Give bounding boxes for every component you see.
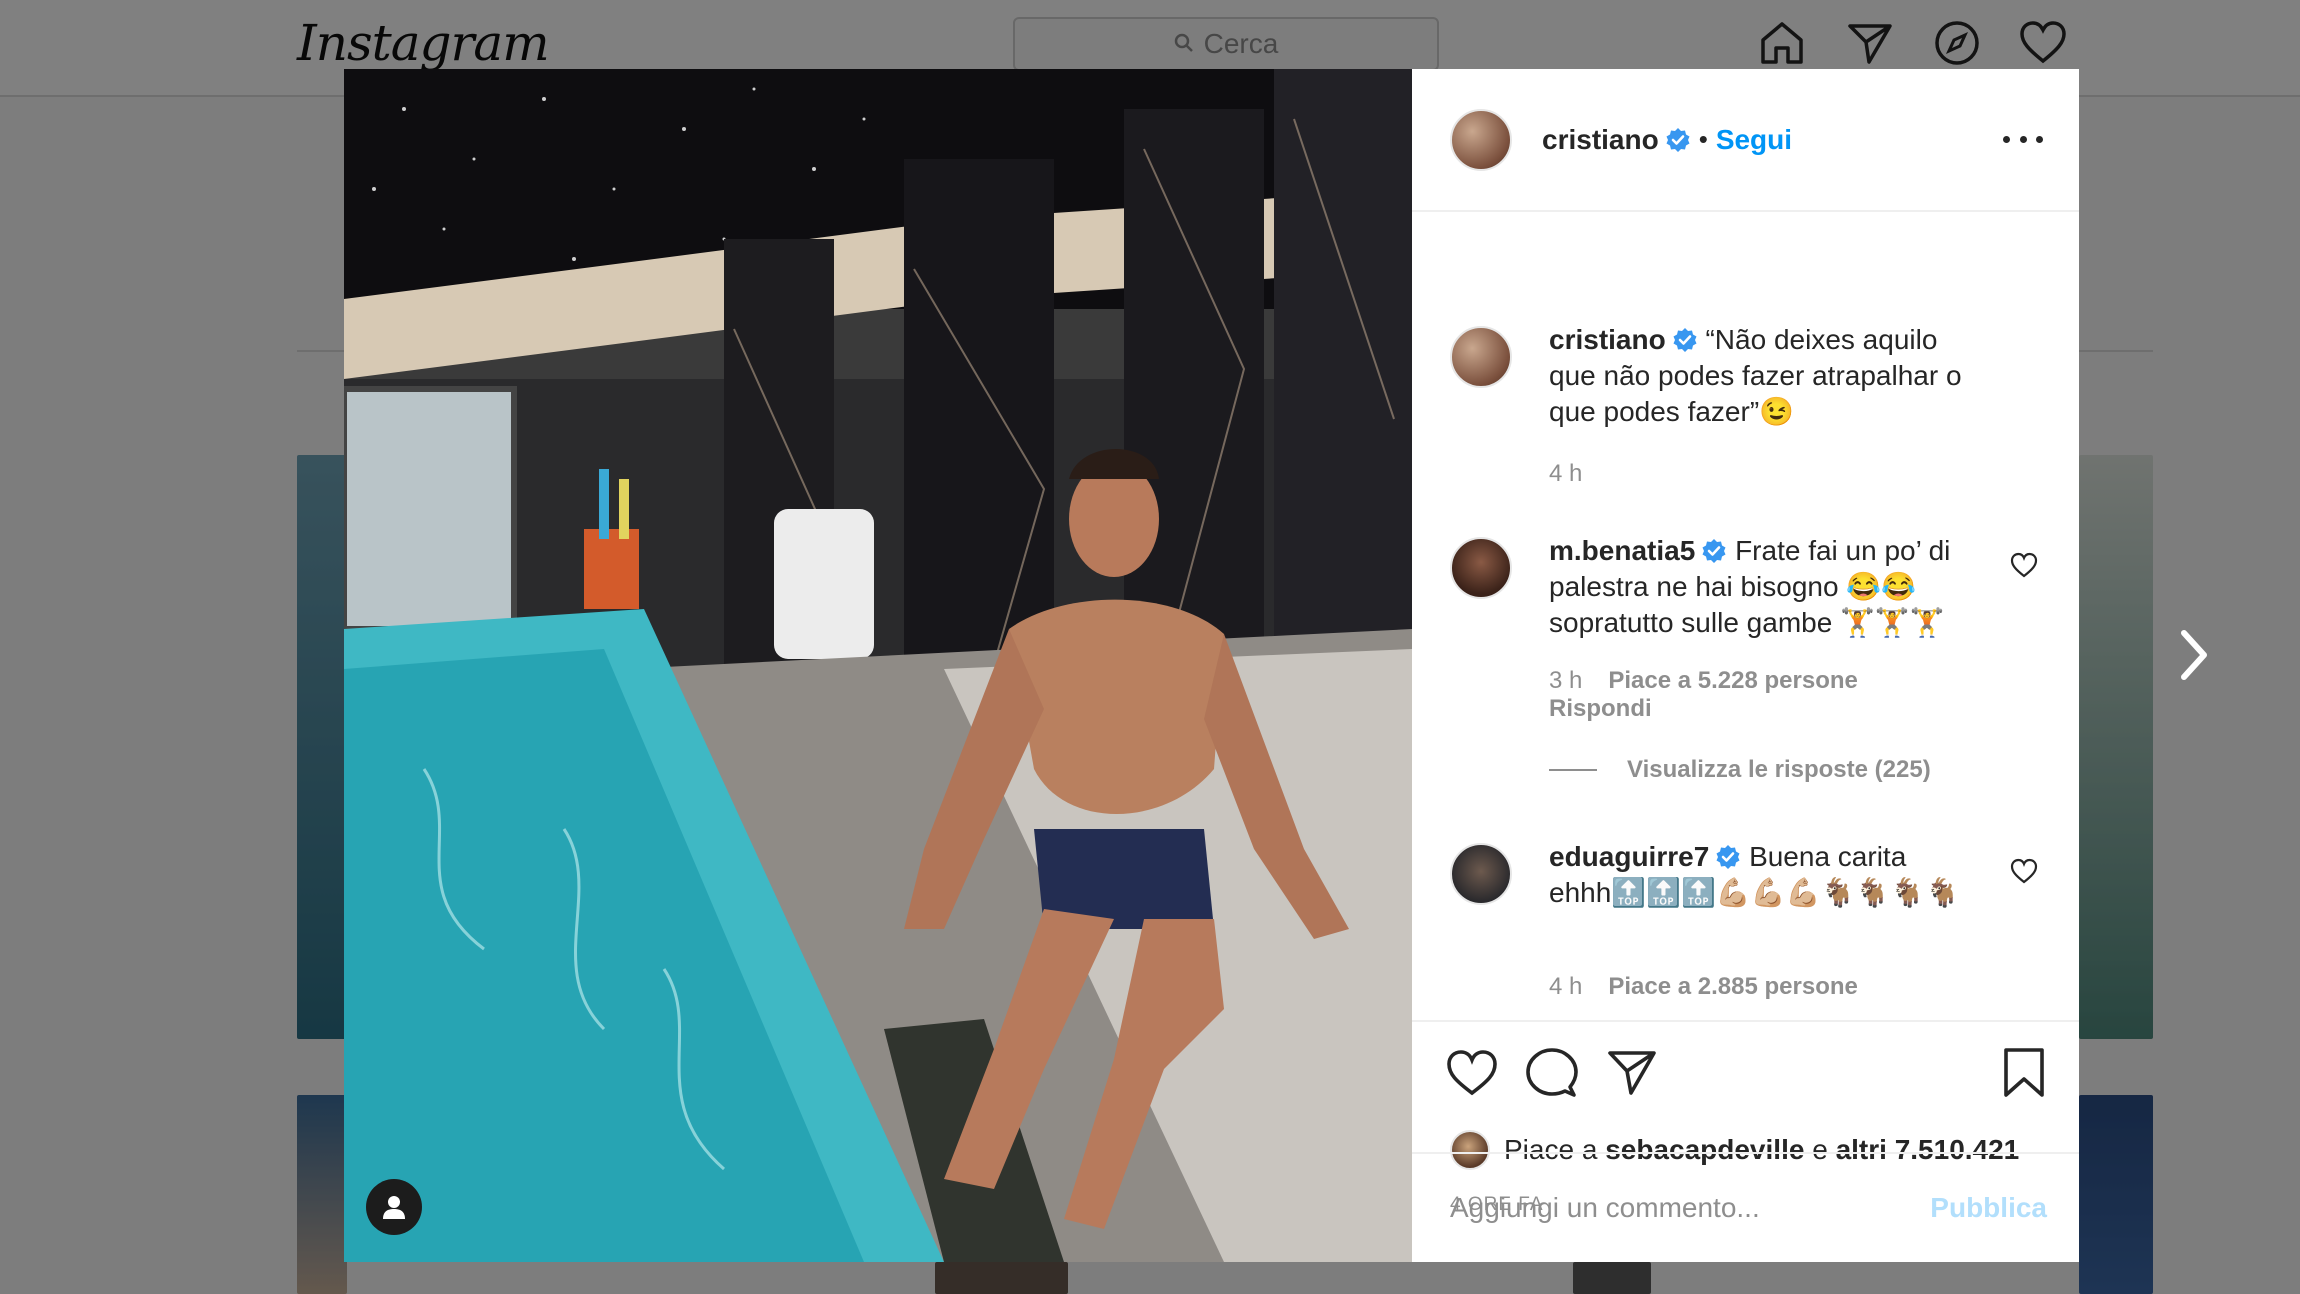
comment-bubble-icon[interactable] bbox=[1526, 1047, 1578, 1099]
person-tag-icon bbox=[383, 1196, 405, 1219]
post-modal: cristiano • Segui cristiano “Não deixes … bbox=[344, 69, 2079, 1262]
comment-time: 3 h bbox=[1549, 667, 1583, 694]
direct-icon[interactable] bbox=[1845, 18, 1895, 68]
verified-badge-icon bbox=[1702, 539, 1726, 563]
post-image bbox=[344, 69, 1412, 1262]
search-placeholder: Cerca bbox=[1203, 28, 1279, 59]
follow-button[interactable]: Segui bbox=[1716, 124, 1792, 156]
view-replies-label: Visualizza le risposte (225) bbox=[1627, 756, 1931, 783]
post-side-panel: cristiano • Segui cristiano “Não deixes … bbox=[1412, 69, 2079, 1262]
add-comment-bar: Pubblica bbox=[1412, 1152, 2079, 1262]
grid-tile[interactable] bbox=[2079, 1095, 2153, 1294]
like-comment-heart-icon[interactable] bbox=[2010, 552, 2038, 578]
instagram-logo[interactable]: Instagram bbox=[297, 14, 550, 72]
commenter-username[interactable]: eduaguirre7 bbox=[1549, 841, 1709, 872]
commenter-avatar[interactable] bbox=[1450, 843, 1512, 905]
caption-avatar[interactable] bbox=[1450, 326, 1512, 388]
explore-icon[interactable] bbox=[1932, 18, 1982, 68]
home-icon[interactable] bbox=[1757, 18, 1807, 68]
author-avatar[interactable] bbox=[1450, 108, 1512, 171]
verified-badge-icon bbox=[1666, 127, 1690, 152]
author-username[interactable]: cristiano bbox=[1542, 124, 1659, 156]
search-icon bbox=[1174, 28, 1194, 60]
comments-list[interactable]: cristiano “Não deixes aquilo que não pod… bbox=[1412, 214, 2079, 1020]
activity-heart-icon[interactable] bbox=[2018, 18, 2068, 68]
grid-tile[interactable] bbox=[297, 1095, 347, 1294]
publish-button[interactable]: Pubblica bbox=[1930, 1192, 2047, 1224]
commenter-username[interactable]: m.benatia5 bbox=[1549, 535, 1695, 566]
next-post-chevron-icon[interactable] bbox=[2170, 625, 2220, 685]
verified-badge-icon bbox=[1716, 845, 1740, 869]
like-heart-icon[interactable] bbox=[1446, 1047, 1498, 1099]
share-direct-icon[interactable] bbox=[1606, 1047, 1658, 1099]
comment-likes[interactable]: Piace a 5.228 persone bbox=[1608, 667, 1858, 694]
like-comment-heart-icon[interactable] bbox=[2010, 858, 2038, 884]
search-box[interactable]: Cerca bbox=[1013, 17, 1439, 71]
tagged-users-button[interactable] bbox=[366, 1179, 422, 1235]
caption-username[interactable]: cristiano bbox=[1549, 324, 1666, 355]
post-header: cristiano • Segui bbox=[1412, 69, 2079, 212]
grid-tile[interactable] bbox=[935, 1262, 1068, 1294]
comment-time: 4 h bbox=[1549, 973, 1583, 1000]
grid-tile[interactable] bbox=[1573, 1262, 1651, 1294]
caption-time: 4 h bbox=[1549, 460, 1583, 487]
grid-tile[interactable] bbox=[2079, 455, 2153, 1039]
reply-button[interactable]: Rispondi bbox=[1549, 695, 1652, 722]
more-options-icon[interactable] bbox=[2003, 121, 2043, 157]
comment-likes[interactable]: Piace a 2.885 persone bbox=[1608, 973, 1858, 1000]
grid-tile[interactable] bbox=[297, 455, 347, 1039]
save-bookmark-icon[interactable] bbox=[1998, 1047, 2050, 1099]
comment-input[interactable] bbox=[1450, 1192, 1890, 1224]
header-separator: • bbox=[1698, 124, 1708, 154]
post-photo[interactable] bbox=[344, 69, 1412, 1262]
commenter-avatar[interactable] bbox=[1450, 537, 1512, 599]
view-replies-button[interactable]: Visualizza le risposte (225) bbox=[1549, 756, 1931, 784]
verified-badge-icon bbox=[1673, 328, 1697, 352]
